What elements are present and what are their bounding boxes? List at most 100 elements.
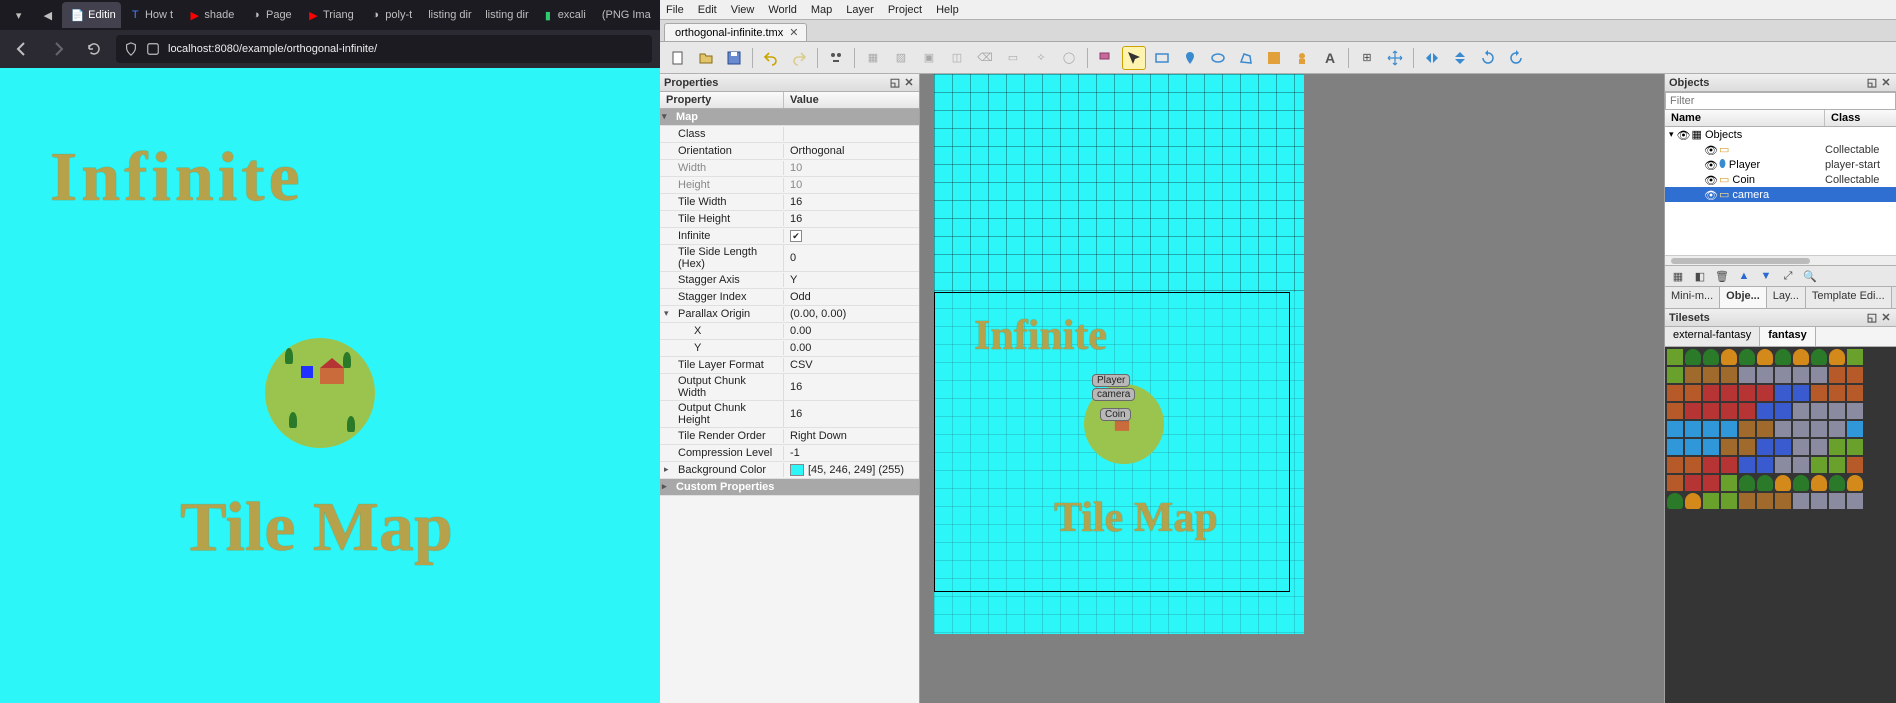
tileset-tile[interactable] — [1811, 349, 1827, 365]
tileset-tile[interactable] — [1685, 493, 1701, 509]
tileset-tile[interactable] — [1829, 403, 1845, 419]
browser-tab[interactable]: ▮excali — [534, 2, 594, 28]
prop-section[interactable]: ▾Map — [660, 109, 919, 126]
prop-row[interactable]: ▸Background Color[45, 246, 249] (255) — [660, 462, 919, 479]
tileset-tile[interactable] — [1721, 493, 1737, 509]
move-icon[interactable] — [1383, 46, 1407, 70]
tree-row[interactable]: ▾👁▦Objects — [1665, 127, 1896, 142]
flip-v-icon[interactable] — [1448, 46, 1472, 70]
browser-tab[interactable]: listing dir — [477, 2, 534, 28]
tileset-tile[interactable] — [1757, 421, 1773, 437]
menu-world[interactable]: World — [768, 4, 797, 16]
selection-rect[interactable] — [934, 292, 1290, 592]
tileset-tile[interactable] — [1667, 421, 1683, 437]
rect-select-icon[interactable]: ▭ — [1001, 46, 1025, 70]
tileset-tile[interactable] — [1739, 403, 1755, 419]
tileset-tile[interactable] — [1703, 421, 1719, 437]
terrain-icon[interactable]: ▨ — [889, 46, 913, 70]
close-icon[interactable]: ✕ — [789, 26, 798, 39]
col-value[interactable]: Value — [784, 92, 825, 108]
browser-tab[interactable]: ▶Triang — [300, 2, 362, 28]
tileset-tile[interactable] — [1829, 475, 1845, 491]
tileset-tile[interactable] — [1757, 367, 1773, 383]
rotate-left-icon[interactable] — [1476, 46, 1500, 70]
tileset-tile[interactable] — [1739, 421, 1755, 437]
reload-button[interactable] — [80, 35, 108, 63]
insert-rectangle-icon[interactable] — [1150, 46, 1174, 70]
tileset-tile[interactable] — [1829, 457, 1845, 473]
tileset-tile[interactable] — [1739, 493, 1755, 509]
map-view[interactable]: Infinite Player camera Coin Tile Map — [920, 74, 1664, 703]
tileset-tile[interactable] — [1829, 493, 1845, 509]
tileset-tile[interactable] — [1685, 349, 1701, 365]
panel-float-icon[interactable]: ◱ — [889, 77, 901, 89]
tileset-tile[interactable] — [1775, 439, 1791, 455]
eye-icon[interactable]: 👁 — [1677, 129, 1689, 141]
tileset-tile[interactable] — [1793, 457, 1809, 473]
tileset-tile[interactable] — [1757, 493, 1773, 509]
tileset-tile[interactable] — [1703, 367, 1719, 383]
prop-row[interactable]: Height10 — [660, 177, 919, 194]
tileset-tile[interactable] — [1703, 385, 1719, 401]
tileset-tile[interactable] — [1847, 493, 1863, 509]
eraser-icon[interactable]: ⌫ — [973, 46, 997, 70]
prop-row[interactable]: OrientationOrthogonal — [660, 143, 919, 160]
tileset-tile[interactable] — [1721, 385, 1737, 401]
insert-ellipse-icon[interactable] — [1206, 46, 1230, 70]
browser-tab[interactable]: 📄Editin — [62, 2, 121, 28]
lasso-icon[interactable]: ◯ — [1057, 46, 1081, 70]
tileset-tile[interactable] — [1811, 457, 1827, 473]
tileset-tile[interactable] — [1685, 457, 1701, 473]
prop-section[interactable]: ▸Custom Properties — [660, 479, 919, 496]
command-icon[interactable] — [824, 46, 848, 70]
insert-text-icon[interactable]: A — [1318, 46, 1342, 70]
tileset-tile[interactable] — [1775, 421, 1791, 437]
insert-template-icon[interactable] — [1290, 46, 1314, 70]
panel-float-icon[interactable]: ◱ — [1866, 77, 1878, 89]
tileset-tile[interactable] — [1667, 493, 1683, 509]
tileset-tile[interactable] — [1667, 385, 1683, 401]
tileset-tile[interactable] — [1775, 403, 1791, 419]
panel-close-icon[interactable]: ✕ — [903, 77, 915, 89]
menu-project[interactable]: Project — [888, 4, 922, 16]
menu-view[interactable]: View — [731, 4, 755, 16]
panel-close-icon[interactable]: ✕ — [1880, 312, 1892, 324]
tileset-tile[interactable] — [1811, 385, 1827, 401]
new-icon[interactable] — [666, 46, 690, 70]
tileset-tile[interactable] — [1685, 367, 1701, 383]
expand-icon[interactable]: ⤢ — [1779, 267, 1797, 285]
tileset-tile[interactable] — [1811, 403, 1827, 419]
browser-tab[interactable]: ◑poly-t — [362, 2, 420, 28]
tree-row[interactable]: 👁⬮Player player-start — [1665, 157, 1896, 172]
document-tab[interactable]: orthogonal-infinite.tmx ✕ — [664, 23, 807, 41]
tree-row[interactable]: 👁▭Coin Collectable — [1665, 172, 1896, 187]
prop-row[interactable]: Stagger IndexOdd — [660, 289, 919, 306]
insert-tile-icon[interactable] — [1262, 46, 1286, 70]
insert-point-icon[interactable] — [1178, 46, 1202, 70]
tileset-tile[interactable] — [1685, 403, 1701, 419]
prop-row[interactable]: Infinite✔ — [660, 228, 919, 245]
tab-menu-button[interactable]: ▾ — [4, 2, 33, 28]
tileset-tile[interactable] — [1757, 457, 1773, 473]
color-swatch-icon[interactable] — [790, 464, 804, 476]
tileset-tile[interactable] — [1721, 475, 1737, 491]
tileset-tab[interactable]: fantasy — [1760, 327, 1816, 346]
tileset-tile[interactable] — [1793, 439, 1809, 455]
prop-row[interactable]: Class — [660, 126, 919, 143]
menu-file[interactable]: File — [666, 4, 684, 16]
open-icon[interactable] — [694, 46, 718, 70]
prop-row[interactable]: Tile Height16 — [660, 211, 919, 228]
tileset-tile[interactable] — [1721, 403, 1737, 419]
tab-back-icon[interactable]: ◀ — [33, 2, 62, 28]
prop-row[interactable]: Stagger AxisY — [660, 272, 919, 289]
tileset-tile[interactable] — [1793, 421, 1809, 437]
page-viewport[interactable]: Infinite Tile Map — [0, 68, 660, 703]
tileset-tile[interactable] — [1721, 421, 1737, 437]
tileset-tile[interactable] — [1739, 349, 1755, 365]
tileset-tile[interactable] — [1775, 349, 1791, 365]
browser-tab[interactable]: ▶shade — [181, 2, 242, 28]
tileset-tile[interactable] — [1811, 475, 1827, 491]
eye-icon[interactable]: 👁 — [1704, 159, 1716, 171]
back-button[interactable] — [8, 35, 36, 63]
tree-row[interactable]: 👁▭camera — [1665, 187, 1896, 202]
